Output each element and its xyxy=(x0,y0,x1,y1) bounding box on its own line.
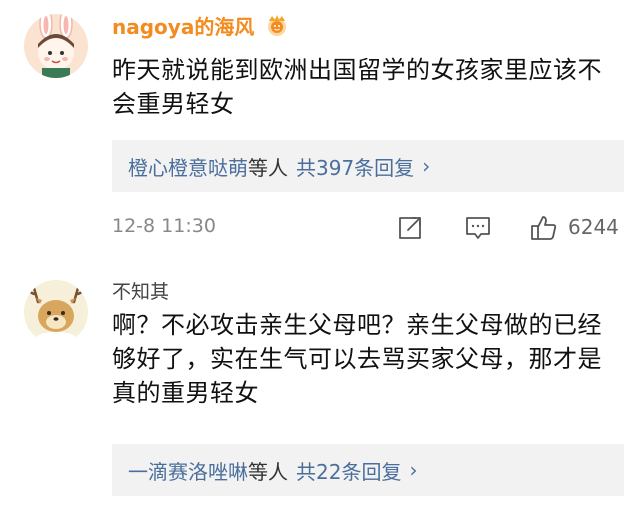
share-icon[interactable] xyxy=(396,214,424,242)
avatar[interactable] xyxy=(24,14,88,78)
divider xyxy=(0,256,640,266)
comment-item: nagoya的海风 昨天就说能到欧洲出国留学的女孩家里应该不会重男轻女 橙心橙意… xyxy=(0,0,640,256)
timestamp: 12-8 11:30 xyxy=(112,215,216,237)
comment-text: 昨天就说能到欧洲出国留学的女孩家里应该不会重男轻女 xyxy=(112,56,602,118)
comment-meta: 12-8 11:30 6244 xyxy=(112,212,624,244)
username[interactable]: nagoya的海风 xyxy=(112,14,254,40)
reply-count[interactable]: 共397条回复 xyxy=(296,152,414,181)
avatar[interactable] xyxy=(24,280,88,344)
chevron-right-icon: › xyxy=(422,154,431,178)
reply-participants[interactable]: 橙心橙意哒萌 xyxy=(128,152,248,181)
username[interactable]: 不知其 xyxy=(112,279,169,305)
like-count: 6244 xyxy=(568,215,619,239)
reply-participants-suffix: 等人 xyxy=(248,459,288,484)
comment-text: 啊？不必攻击亲生父母吧？亲生父母做的已经够好了，实在生气可以去骂买家父母，那才是… xyxy=(112,311,602,407)
replies-summary-button[interactable]: 橙心橙意哒萌 等人 共397条回复 › xyxy=(112,140,624,192)
comment-thread: nagoya的海风 昨天就说能到欧洲出国留学的女孩家里应该不会重男轻女 橙心橙意… xyxy=(0,0,640,512)
chevron-right-icon: › xyxy=(409,458,418,482)
reply-count[interactable]: 共22条回复 xyxy=(296,456,401,485)
like-thumb-icon[interactable] xyxy=(530,214,558,242)
reply-participants[interactable]: 一滴赛洛唑啉 xyxy=(128,456,248,485)
vip-crown-badge-icon xyxy=(264,12,290,38)
comment-icon[interactable] xyxy=(464,214,492,242)
reply-participants-suffix: 等人 xyxy=(248,155,288,180)
replies-summary-button[interactable]: 一滴赛洛唑啉 等人 共22条回复 › xyxy=(112,444,624,496)
